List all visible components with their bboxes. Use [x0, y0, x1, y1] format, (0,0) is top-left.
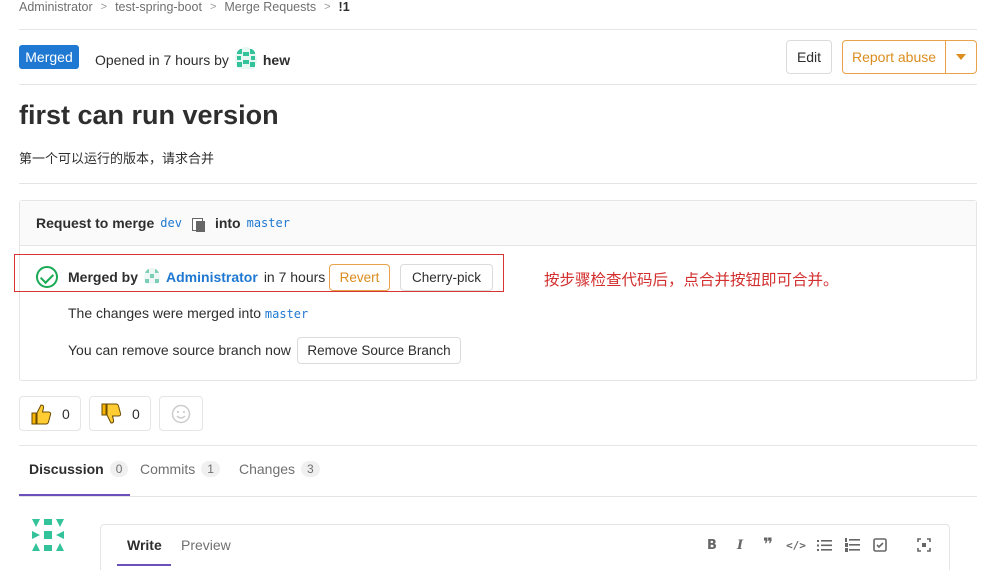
tab-discussion[interactable]: Discussion 0	[29, 461, 129, 477]
divider	[19, 445, 977, 446]
tab-changes-count: 3	[301, 461, 320, 477]
report-abuse-button[interactable]: Report abuse	[842, 40, 946, 74]
target-branch[interactable]: master	[247, 216, 290, 230]
merged-by-avatar[interactable]	[144, 267, 161, 287]
chevron-right-icon: >	[100, 1, 108, 13]
author-avatar[interactable]	[234, 47, 257, 72]
smiley-icon	[171, 404, 191, 423]
merged-status: Merged by Administrator in 7 hours	[36, 266, 325, 288]
merged-into-text: The changes were merged into master	[68, 305, 308, 321]
merged-into-label: The changes were merged into	[68, 305, 261, 321]
author-name[interactable]: hew	[263, 52, 290, 68]
quote-icon[interactable]: ❞	[760, 535, 776, 554]
merge-request-branches: Request to merge dev into master	[36, 215, 290, 232]
italic-icon[interactable]: I	[732, 537, 748, 553]
merged-by-label: Merged by	[68, 269, 139, 285]
breadcrumb: Administrator > test-spring-boot > Merge…	[19, 0, 350, 14]
tab-commits-label: Commits	[140, 461, 196, 477]
award-thumbs-up[interactable]: 0	[19, 396, 81, 431]
tab-commits[interactable]: Commits 1	[140, 461, 220, 477]
write-tab[interactable]: Write	[127, 537, 162, 553]
check-circle-icon	[36, 266, 58, 288]
bullet-list-icon[interactable]	[816, 537, 832, 553]
cherry-pick-button[interactable]: Cherry-pick	[400, 264, 493, 291]
status-badge: Merged	[19, 45, 79, 69]
code-icon[interactable]: </>	[786, 537, 806, 553]
thumbs-down-icon	[101, 403, 122, 424]
copy-icon[interactable]	[191, 216, 205, 232]
breadcrumb-item-project[interactable]: test-spring-boot	[115, 0, 202, 14]
merged-into-branch[interactable]: master	[265, 307, 308, 321]
divider	[19, 84, 977, 85]
page-title: first can run version	[19, 100, 279, 130]
thumbs-down-count: 0	[132, 405, 140, 422]
revert-button[interactable]: Revert	[329, 264, 390, 291]
opened-text: Opened in 7 hours by	[95, 51, 229, 68]
source-branch[interactable]: dev	[160, 216, 182, 230]
divider	[19, 496, 977, 497]
request-to-merge-label: Request to merge	[36, 215, 155, 231]
chevron-right-icon: >	[324, 1, 331, 13]
edit-button[interactable]: Edit	[786, 40, 832, 74]
into-label: into	[214, 215, 241, 231]
numbered-list-icon[interactable]	[844, 537, 860, 553]
divider	[19, 183, 977, 184]
task-list-icon[interactable]	[872, 537, 888, 553]
merged-time: in 7 hours	[263, 269, 326, 285]
annotation-text: 按步骤检查代码后，点合并按钮即可合并。	[544, 272, 839, 289]
mr-description: 第一个可以运行的版本，请求合并	[19, 151, 215, 166]
add-reaction-button[interactable]	[159, 396, 203, 431]
tab-commits-count: 1	[201, 461, 220, 477]
thumbs-up-icon	[31, 403, 52, 424]
remove-source-branch-button[interactable]: Remove Source Branch	[297, 337, 461, 364]
preview-tab[interactable]: Preview	[181, 537, 231, 553]
bold-icon[interactable]: B	[704, 537, 720, 553]
caret-down-icon	[956, 54, 966, 60]
opened-info: Opened in 7 hours by hew	[95, 47, 290, 72]
thumbs-up-count: 0	[62, 405, 70, 422]
breadcrumb-item-owner[interactable]: Administrator	[19, 0, 93, 14]
report-dropdown-button[interactable]	[945, 40, 977, 74]
tab-changes-label: Changes	[239, 461, 296, 477]
breadcrumb-item-merge-requests[interactable]: Merge Requests	[224, 0, 316, 14]
tab-changes[interactable]: Changes 3	[239, 461, 320, 477]
fullscreen-icon[interactable]	[916, 537, 932, 553]
award-thumbs-down[interactable]: 0	[89, 396, 151, 431]
divider	[19, 29, 977, 30]
breadcrumb-item-mr[interactable]: !1	[339, 0, 350, 14]
tab-discussion-count: 0	[109, 461, 129, 477]
merged-by-user[interactable]: Administrator	[166, 269, 258, 285]
current-user-avatar	[28, 515, 68, 555]
remove-branch-text: You can remove source branch now	[68, 342, 291, 358]
write-tab-indicator	[117, 564, 171, 566]
chevron-right-icon: >	[209, 1, 217, 13]
tab-discussion-label: Discussion	[29, 461, 104, 477]
